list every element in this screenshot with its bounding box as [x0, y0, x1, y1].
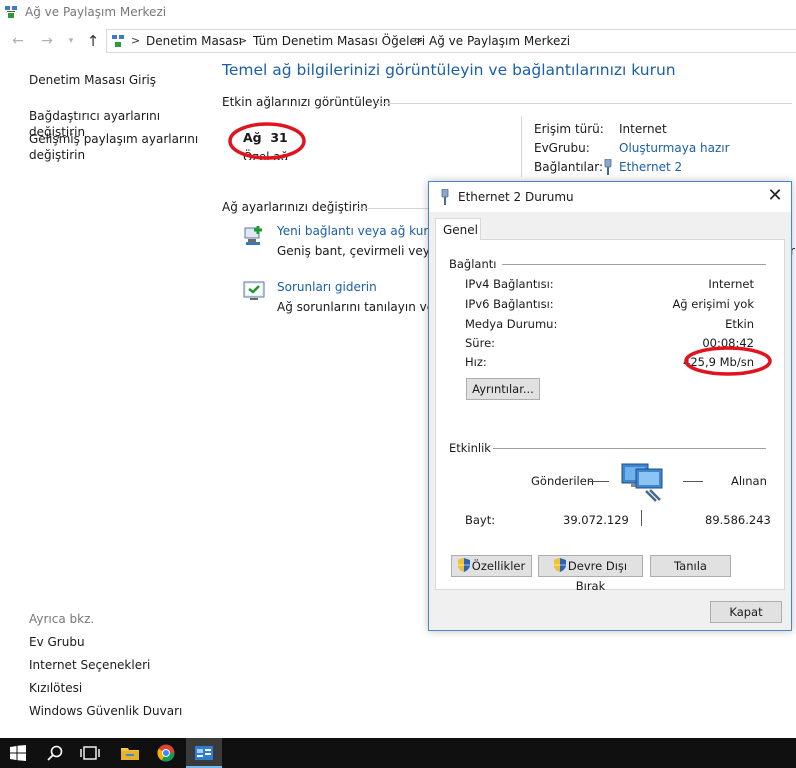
disable-button-label: Devre Dışı Bırak: [567, 559, 628, 593]
details-button[interactable]: Ayrıntılar...: [466, 378, 540, 400]
connection-section-title: Bağlantı: [449, 257, 497, 271]
ethernet-status-dialog: Ethernet 2 Durumu ✕ Genel Bağlantı IPv4 …: [428, 181, 792, 631]
section-divider: [502, 264, 766, 265]
breadcrumb-all-items[interactable]: Tüm Denetim Masası Öğeleri: [253, 34, 425, 48]
new-connection-link[interactable]: Yeni bağlantı veya ağ kurun: [277, 224, 443, 238]
advanced-sharing-link-line2[interactable]: değiştirin: [29, 147, 85, 163]
address-bar: ← → ▾ ↑ > Denetim Masası > Tüm Denetim M…: [0, 28, 796, 54]
control-panel-home-link[interactable]: Denetim Masası Giriş: [29, 72, 156, 88]
network-center-icon: [5, 6, 17, 18]
troubleshoot-desc: Ağ sorunlarını tanılayın ve on: [277, 300, 453, 314]
control-panel-icon: [112, 35, 124, 47]
troubleshoot-link[interactable]: Sorunları giderin: [277, 280, 377, 294]
see-also-firewall-link[interactable]: Windows Güvenlik Duvarı: [29, 703, 182, 719]
bytes-sent-value: 39.072.129: [563, 513, 629, 527]
connections-label: Bağlantılar:: [534, 160, 603, 174]
properties-button-label: Özellikler: [471, 559, 526, 573]
received-label: Alınan: [731, 474, 767, 488]
window-title-bar: Ağ ve Paylaşım Merkezi: [0, 0, 796, 26]
network-computers-icon: [621, 463, 663, 502]
network-info-divider: [521, 117, 522, 177]
change-settings-title: Ağ ayarlarınızı değiştirin: [222, 200, 368, 214]
forward-arrow-icon[interactable]: →: [38, 32, 56, 50]
see-also-infrared-link[interactable]: Kızılötesi: [29, 680, 82, 696]
ethernet-cable-icon: [604, 159, 612, 175]
bytes-received-value: 89.586.243: [705, 513, 771, 527]
uac-shield-icon: [553, 558, 566, 572]
taskbar: [0, 738, 796, 768]
properties-button[interactable]: Özellikler: [451, 555, 532, 577]
file-explorer-icon[interactable]: [121, 745, 139, 761]
recent-locations-chevron-icon[interactable]: ▾: [62, 32, 80, 50]
windows-start-icon[interactable]: [10, 745, 26, 761]
media-state-value: Etkin: [725, 317, 754, 331]
uac-shield-icon: [457, 558, 470, 572]
sent-label: Gönderilen: [531, 474, 595, 488]
advanced-sharing-link-line1[interactable]: Gelişmiş paylaşım ayarlarını: [29, 131, 198, 147]
search-icon[interactable]: [47, 745, 63, 761]
red-annotation-circle-speed: [684, 346, 772, 376]
diagnose-button[interactable]: Tanıla: [650, 555, 731, 577]
bytes-divider: [641, 510, 642, 526]
dialog-title-bar[interactable]: Ethernet 2 Durumu ✕: [429, 182, 791, 212]
dialog-title: Ethernet 2 Durumu: [458, 190, 574, 204]
red-annotation-circle-network: [228, 122, 306, 160]
disable-button[interactable]: Devre Dışı Bırak: [538, 555, 643, 593]
ipv4-value: Internet: [708, 277, 754, 291]
homegroup-label: EvGrubu:: [534, 141, 590, 155]
window-title: Ağ ve Paylaşım Merkezi: [25, 5, 167, 19]
breadcrumb-network-center[interactable]: Ağ ve Paylaşım Merkezi: [429, 34, 570, 48]
sent-line: [589, 481, 609, 482]
close-icon[interactable]: ✕: [763, 185, 787, 209]
new-connection-icon: [244, 226, 262, 245]
tab-general[interactable]: Genel: [435, 218, 481, 240]
address-box[interactable]: > Denetim Masası > Tüm Denetim Masası Öğ…: [106, 29, 796, 53]
see-also-internet-options-link[interactable]: Internet Seçenekleri: [29, 657, 150, 673]
ethernet-connection-link[interactable]: Ethernet 2: [619, 160, 682, 174]
task-view-icon[interactable]: [80, 745, 100, 761]
bytes-label: Bayt:: [465, 513, 496, 527]
see-also-homegroup-link[interactable]: Ev Grubu: [29, 634, 85, 650]
troubleshoot-icon: [243, 281, 265, 300]
homegroup-link[interactable]: Oluşturmaya hazır: [619, 141, 730, 155]
ipv6-value: Ağ erişimi yok: [672, 297, 754, 311]
access-type-label: Erişim türü:: [534, 122, 604, 136]
see-also-heading: Ayrıca bkz.: [29, 612, 95, 626]
back-arrow-icon[interactable]: ←: [9, 32, 27, 50]
active-networks-title: Etkin ağlarınızı görüntüleyin: [222, 95, 391, 109]
up-arrow-icon[interactable]: ↑: [84, 32, 102, 50]
ethernet-cable-icon: [441, 189, 449, 205]
chrome-icon[interactable]: [157, 744, 175, 762]
page-heading: Temel ağ bilgilerinizi görüntüleyin ve b…: [222, 61, 676, 79]
received-line: [683, 481, 703, 482]
ipv6-label: IPv6 Bağlantısı:: [465, 297, 554, 311]
breadcrumb-control-panel[interactable]: Denetim Masası: [146, 34, 242, 48]
speed-label: Hız:: [465, 355, 487, 369]
access-type-value: Internet: [619, 122, 667, 136]
control-panel-app-icon[interactable]: [195, 745, 213, 761]
breadcrumb-separator: >: [238, 34, 248, 47]
breadcrumb-separator: >: [414, 34, 424, 47]
breadcrumb-separator: >: [131, 34, 141, 47]
duration-label: Süre:: [465, 336, 496, 350]
general-tab-panel: Bağlantı IPv4 Bağlantısı: Internet IPv6 …: [435, 239, 785, 593]
ipv4-label: IPv4 Bağlantısı:: [465, 277, 554, 291]
close-button[interactable]: Kapat: [710, 601, 782, 623]
section-divider: [376, 103, 792, 104]
media-state-label: Medya Durumu:: [465, 317, 558, 331]
section-divider: [493, 448, 766, 449]
activity-section-title: Etkinlik: [449, 441, 491, 455]
left-pane: Denetim Masası Giriş Bağdaştırıcı ayarla…: [0, 56, 210, 738]
section-divider: [356, 208, 428, 209]
